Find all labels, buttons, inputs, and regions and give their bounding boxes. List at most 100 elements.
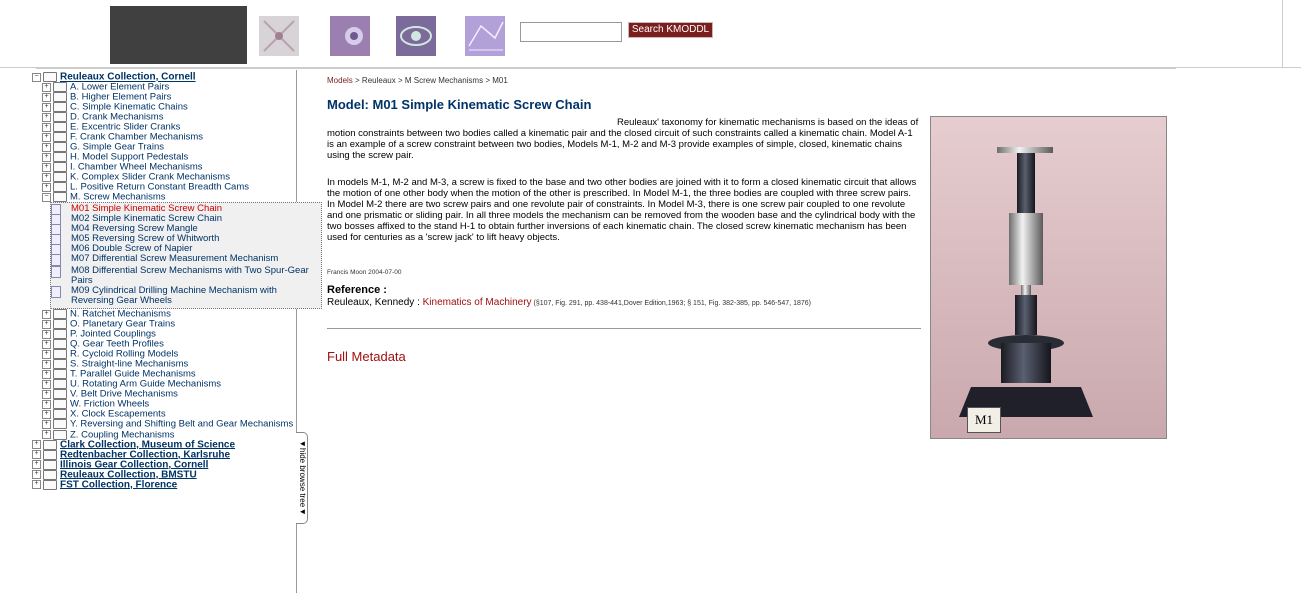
reference-detail: (§107, Fig. 291, pp. 438-441,Dover Editi… bbox=[531, 300, 811, 307]
expand-icon[interactable]: + bbox=[42, 112, 51, 122]
expand-icon[interactable]: + bbox=[42, 430, 51, 440]
expand-icon[interactable]: + bbox=[42, 339, 51, 349]
tree-category[interactable]: + I. Chamber Wheel Mechanisms bbox=[32, 162, 296, 172]
tree-category[interactable]: + L. Positive Return Constant Breadth Cam… bbox=[32, 182, 296, 192]
tree-category[interactable]: + Q. Gear Teeth Profiles bbox=[32, 339, 296, 349]
expand-icon[interactable]: + bbox=[42, 329, 51, 339]
search-input[interactable] bbox=[520, 22, 622, 42]
collapse-icon[interactable]: − bbox=[32, 72, 41, 82]
folder-icon bbox=[53, 379, 67, 389]
folder-icon bbox=[53, 142, 67, 152]
folder-icon bbox=[43, 439, 57, 450]
expand-icon[interactable]: + bbox=[42, 379, 51, 389]
tree-item-label[interactable]: M. Screw Mechanisms bbox=[70, 192, 166, 203]
expand-icon[interactable]: + bbox=[42, 409, 51, 419]
tree-category[interactable]: − M. Screw Mechanisms bbox=[32, 192, 296, 202]
folder-icon bbox=[53, 122, 67, 132]
tree-category[interactable]: + S. Straight-line Mechanisms bbox=[32, 359, 296, 369]
tree-category[interactable]: + K. Complex Slider Crank Mechanisms bbox=[32, 172, 296, 182]
tree-category[interactable]: + A. Lower Element Pairs bbox=[32, 82, 296, 92]
expand-icon[interactable]: + bbox=[42, 182, 51, 192]
tree-category[interactable]: + F. Crank Chamber Mechanisms bbox=[32, 132, 296, 142]
expand-icon[interactable]: + bbox=[42, 132, 51, 142]
tree-root-collection[interactable]: + Reuleaux Collection, BMSTU bbox=[32, 469, 296, 480]
tree-category[interactable]: + V. Belt Drive Mechanisms bbox=[32, 389, 296, 399]
tree-category[interactable]: + U. Rotating Arm Guide Mechanisms bbox=[32, 379, 296, 389]
reference-author: Reuleaux, Kennedy : bbox=[327, 297, 423, 308]
expand-icon[interactable]: + bbox=[32, 470, 41, 480]
tree-item-label[interactable]: FST Collection, Florence bbox=[60, 479, 177, 490]
tree-category[interactable]: + G. Simple Gear Trains bbox=[32, 142, 296, 152]
expand-icon[interactable]: + bbox=[42, 172, 51, 182]
expand-icon[interactable]: + bbox=[42, 309, 51, 319]
breadcrumb-item[interactable]: Models bbox=[327, 76, 353, 85]
tree-root-collection[interactable]: + Redtenbacher Collection, Karlsruhe bbox=[32, 449, 296, 460]
tree-model-label[interactable]: M08 Differential Screw Mechanisms with T… bbox=[65, 266, 321, 286]
tree-category[interactable]: + C. Simple Kinematic Chains bbox=[32, 102, 296, 112]
tree-model-item[interactable]: M09 Cylindrical Drilling Machine Mechani… bbox=[51, 286, 321, 306]
expand-icon[interactable]: + bbox=[32, 480, 41, 490]
header-thumbnail-eye-mechanism[interactable] bbox=[396, 16, 436, 56]
expand-icon[interactable]: + bbox=[42, 389, 51, 399]
expand-icon[interactable]: + bbox=[42, 359, 51, 369]
header: Search KMODDL bbox=[0, 0, 1301, 68]
expand-icon[interactable]: + bbox=[32, 440, 41, 450]
expand-icon[interactable]: + bbox=[42, 399, 51, 409]
tree-category[interactable]: + Y. Reversing and Shifting Belt and Gear… bbox=[32, 419, 296, 430]
kmoddl-logo[interactable] bbox=[110, 6, 247, 64]
tree-category[interactable]: + O. Planetary Gear Trains bbox=[32, 319, 296, 329]
tree-category[interactable]: + R. Cycloid Rolling Models bbox=[32, 349, 296, 359]
tree-category[interactable]: + E. Excentric Slider Cranks bbox=[32, 122, 296, 132]
folder-icon bbox=[53, 152, 67, 162]
tree-category[interactable]: + N. Ratchet Mechanisms bbox=[32, 309, 296, 319]
tree-category[interactable]: + W. Friction Wheels bbox=[32, 399, 296, 409]
expand-icon[interactable]: + bbox=[42, 82, 51, 92]
breadcrumb-separator: > bbox=[395, 76, 405, 85]
model-photo[interactable]: M1 bbox=[930, 116, 1167, 439]
expand-icon[interactable]: + bbox=[42, 162, 51, 172]
expand-icon[interactable]: + bbox=[42, 142, 51, 152]
breadcrumb-item[interactable]: Reuleaux bbox=[362, 76, 396, 85]
tree-category[interactable]: + T. Parallel Guide Mechanisms bbox=[32, 369, 296, 379]
search-kmoddl-button[interactable]: Search KMODDL bbox=[628, 22, 713, 38]
tree-category[interactable]: + X. Clock Escapements bbox=[32, 409, 296, 419]
expand-icon[interactable]: + bbox=[42, 92, 51, 102]
expand-icon[interactable]: + bbox=[42, 369, 51, 379]
reference-link[interactable]: Kinematics of Machinery bbox=[423, 297, 532, 308]
tree-category[interactable]: + D. Crank Mechanisms bbox=[32, 112, 296, 122]
breadcrumb-item[interactable]: M01 bbox=[492, 76, 508, 85]
folder-icon bbox=[53, 409, 67, 419]
header-thumbnail-gear[interactable] bbox=[330, 16, 370, 56]
tree-item-label[interactable]: Y. Reversing and Shifting Belt and Gear … bbox=[70, 419, 293, 430]
tree-category[interactable]: + H. Model Support Pedestals bbox=[32, 152, 296, 162]
folder-icon bbox=[53, 349, 67, 359]
expand-icon[interactable]: + bbox=[32, 460, 41, 470]
header-thumbnail-linkage-diagram[interactable] bbox=[465, 16, 505, 56]
tree-root-reuleaux-cornell[interactable]: − Reuleaux Collection, Cornell bbox=[32, 72, 296, 82]
tree-category[interactable]: + P. Jointed Couplings bbox=[32, 329, 296, 339]
collapse-icon[interactable]: − bbox=[42, 192, 51, 202]
folder-icon bbox=[53, 329, 67, 339]
tree-root-collection[interactable]: + Illinois Gear Collection, Cornell bbox=[32, 459, 296, 470]
hide-browse-tree-tab[interactable]: ◄hide browse tree◄ bbox=[296, 432, 308, 524]
expand-icon[interactable]: + bbox=[32, 450, 41, 460]
folder-icon bbox=[43, 449, 57, 460]
tree-model-item[interactable]: M08 Differential Screw Mechanisms with T… bbox=[51, 266, 321, 286]
tree-root-collection[interactable]: + Clark Collection, Museum of Science bbox=[32, 439, 296, 450]
expand-icon[interactable]: + bbox=[42, 319, 51, 329]
expand-icon[interactable]: + bbox=[42, 102, 51, 112]
page-title: Model: M01 Simple Kinematic Screw Chain bbox=[327, 97, 592, 112]
header-thumbnail-mechanism-sketch[interactable] bbox=[259, 16, 299, 56]
description-paragraph-2: In models M-1, M-2 and M-3, a screw is f… bbox=[327, 177, 917, 243]
tree-category[interactable]: + B. Higher Element Pairs bbox=[32, 92, 296, 102]
tree-model-label[interactable]: M09 Cylindrical Drilling Machine Mechani… bbox=[65, 286, 321, 306]
tree-category[interactable]: + Z. Coupling Mechanisms bbox=[32, 429, 296, 440]
folder-icon bbox=[53, 82, 67, 92]
full-metadata-link[interactable]: Full Metadata bbox=[327, 349, 406, 364]
tree-root-collection[interactable]: + FST Collection, Florence bbox=[32, 479, 296, 490]
breadcrumb-item[interactable]: M Screw Mechanisms bbox=[405, 76, 483, 85]
expand-icon[interactable]: + bbox=[42, 152, 51, 162]
expand-icon[interactable]: + bbox=[42, 419, 51, 429]
expand-icon[interactable]: + bbox=[42, 122, 51, 132]
expand-icon[interactable]: + bbox=[42, 349, 51, 359]
